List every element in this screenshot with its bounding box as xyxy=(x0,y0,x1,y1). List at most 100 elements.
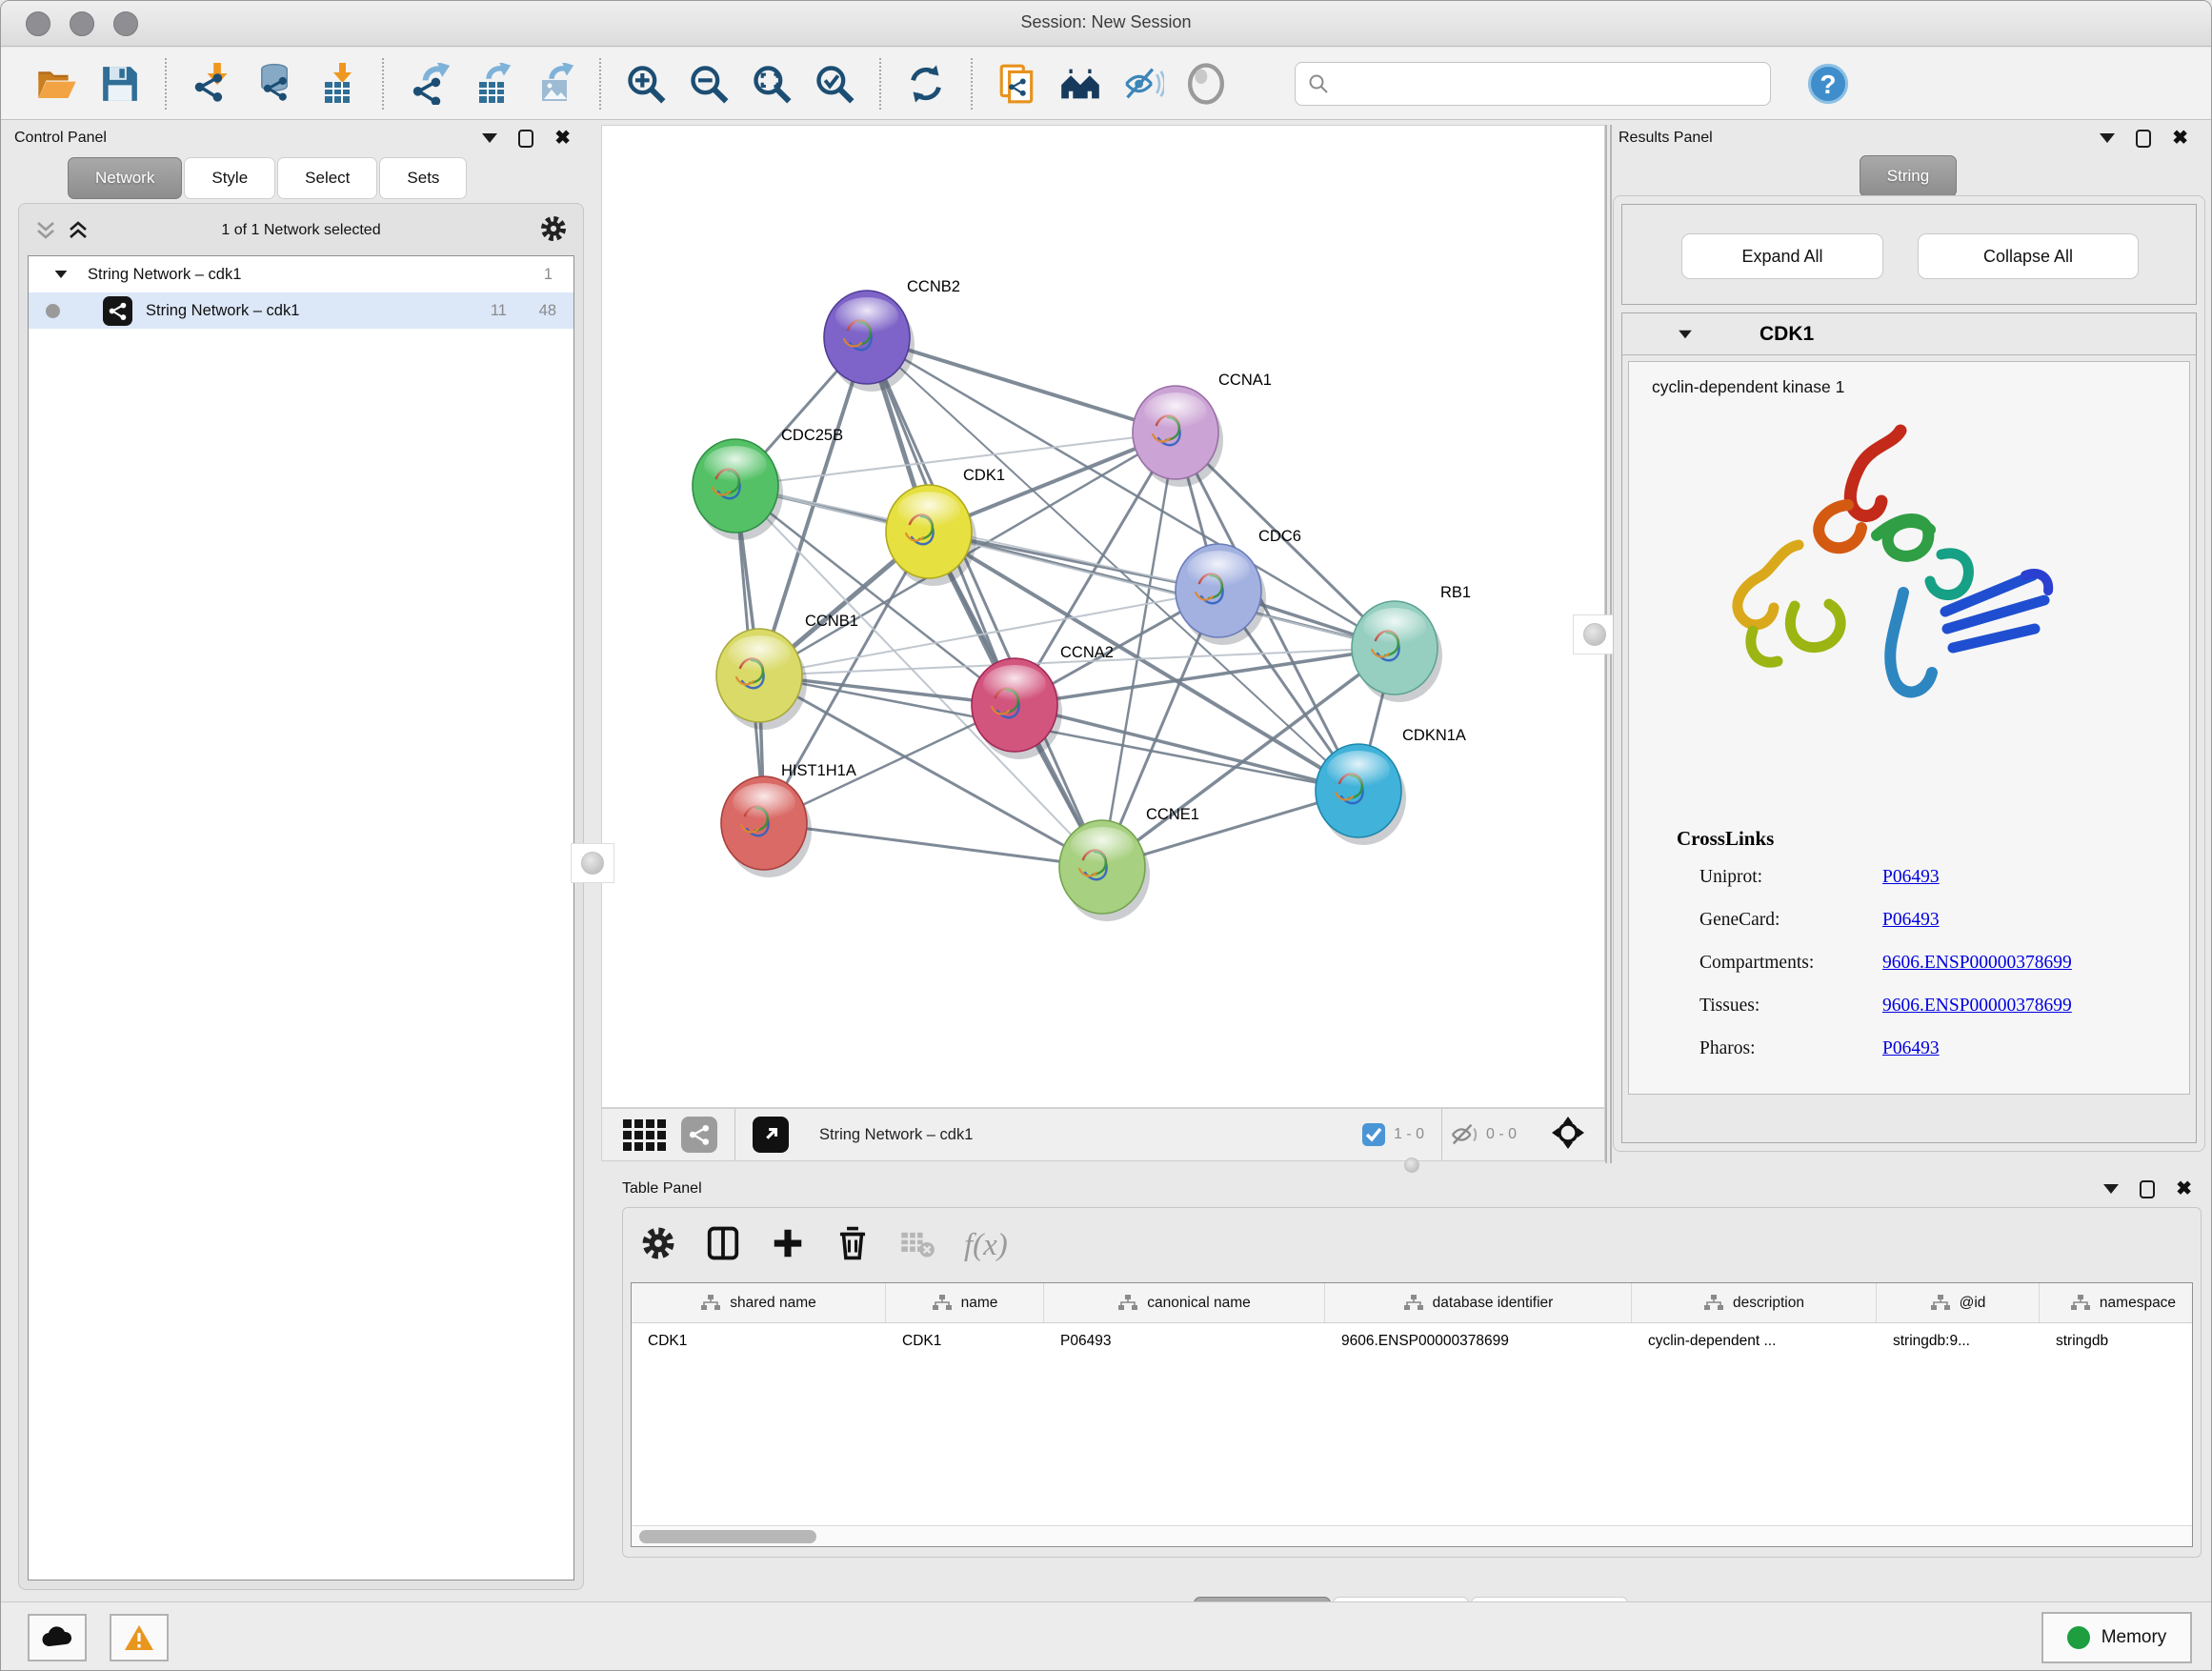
column-header-canonical-name[interactable]: canonical name xyxy=(1044,1283,1325,1322)
node-CDK1[interactable] xyxy=(886,485,976,586)
node-RB1[interactable] xyxy=(1352,601,1442,702)
edge-HIST1H1A-CCNE1[interactable] xyxy=(764,823,1102,867)
panel-menu-icon[interactable] xyxy=(482,133,497,143)
zoom-fit-icon[interactable] xyxy=(747,59,796,109)
node-CCNB2[interactable] xyxy=(824,291,915,392)
tab-sets[interactable]: Sets xyxy=(379,157,467,199)
column-header-database-identifier[interactable]: database identifier xyxy=(1325,1283,1632,1322)
show-all-icon[interactable] xyxy=(1181,59,1231,109)
birds-eye-view-icon[interactable] xyxy=(623,1119,666,1151)
crosslink-link[interactable]: P06493 xyxy=(1882,867,1940,887)
node-CCNA1[interactable] xyxy=(1133,386,1223,487)
toolbar-separator xyxy=(971,58,973,110)
open-in-window-icon[interactable] xyxy=(753,1117,789,1153)
node-CCNE1[interactable] xyxy=(1059,820,1150,921)
results-panel-grab-handle[interactable] xyxy=(1573,614,1617,654)
export-network-icon[interactable] xyxy=(404,59,453,109)
zoom-out-icon[interactable] xyxy=(684,59,734,109)
network-canvas[interactable]: CCNB2CCNA1CDC25BCDK1CDC6RB1CCNB1CCNA2CDK… xyxy=(601,125,1605,1108)
table-panel-grab-handle[interactable] xyxy=(1396,1158,1428,1173)
cell-shared-name[interactable]: CDK1 xyxy=(632,1323,886,1359)
import-network-database-icon[interactable] xyxy=(250,59,299,109)
panel-menu-icon[interactable] xyxy=(2103,1184,2119,1194)
string-home-icon[interactable] xyxy=(1056,59,1105,109)
warning-icon[interactable] xyxy=(110,1614,169,1661)
float-panel-icon[interactable] xyxy=(2140,1180,2155,1198)
gene-entry-header[interactable]: CDK1 xyxy=(1622,313,2196,355)
selected-checkbox-icon[interactable] xyxy=(1361,1122,1386,1147)
export-image-icon[interactable] xyxy=(530,59,579,109)
column-header-description[interactable]: description xyxy=(1632,1283,1877,1322)
collapse-all-button[interactable]: Collapse All xyxy=(1918,233,2139,279)
column-header-shared-name[interactable]: shared name xyxy=(632,1283,886,1322)
zoom-selected-icon[interactable] xyxy=(810,59,859,109)
column-header--id[interactable]: @id xyxy=(1877,1283,2040,1322)
network-row[interactable]: String Network – cdk1 11 48 xyxy=(29,292,573,329)
tab-style[interactable]: Style xyxy=(184,157,275,199)
cell-description[interactable]: cyclin-dependent ... xyxy=(1632,1323,1877,1359)
gear-icon[interactable] xyxy=(539,214,568,248)
search-box[interactable] xyxy=(1295,62,1771,106)
float-panel-icon[interactable] xyxy=(518,130,533,148)
edge-CCNB2-CCNE1[interactable] xyxy=(867,337,1102,867)
node-HIST1H1A[interactable] xyxy=(721,776,812,877)
entry-collapse-icon[interactable] xyxy=(1679,330,1692,338)
memory-button[interactable]: Memory xyxy=(2041,1612,2192,1663)
clone-network-icon[interactable] xyxy=(993,59,1042,109)
crosslink-link[interactable]: 9606.ENSP00000378699 xyxy=(1882,996,2072,1016)
close-panel-icon[interactable]: ✖ xyxy=(2176,1179,2192,1198)
scrollbar-thumb[interactable] xyxy=(639,1530,816,1543)
crosslink-link[interactable]: P06493 xyxy=(1882,1038,1940,1058)
node-label-RB1: RB1 xyxy=(1440,584,1471,601)
table-settings-gear-icon[interactable] xyxy=(640,1225,676,1266)
search-input[interactable] xyxy=(1330,74,1739,93)
add-column-icon[interactable] xyxy=(770,1225,806,1266)
hidden-eye-slash-icon[interactable] xyxy=(1450,1122,1478,1147)
control-panel-title: Control Panel xyxy=(14,130,107,147)
string-badge-icon[interactable] xyxy=(681,1117,717,1153)
network-collection-row[interactable]: String Network – cdk1 1 xyxy=(29,256,573,292)
expand-all-button[interactable]: Expand All xyxy=(1681,233,1883,279)
hide-selected-icon[interactable] xyxy=(1118,59,1168,109)
collection-expand-icon[interactable] xyxy=(55,271,68,278)
panel-menu-icon[interactable] xyxy=(2100,133,2115,143)
cell-database-identifier[interactable]: 9606.ENSP00000378699 xyxy=(1325,1323,1632,1359)
crosslink-link[interactable]: P06493 xyxy=(1882,910,1940,930)
results-actions: Expand All Collapse All xyxy=(1621,204,2197,305)
node-CDC25B[interactable] xyxy=(693,439,783,540)
fit-selected-crosshair-icon[interactable] xyxy=(1551,1116,1585,1155)
cell--id[interactable]: stringdb:9... xyxy=(1877,1323,2040,1359)
cell-name[interactable]: CDK1 xyxy=(886,1323,1044,1359)
import-table-file-icon[interactable] xyxy=(312,59,362,109)
close-panel-icon[interactable]: ✖ xyxy=(2172,129,2188,148)
close-panel-icon[interactable]: ✖ xyxy=(554,129,571,148)
node-label-CCNB2: CCNB2 xyxy=(907,278,960,295)
node-label-CCNB1: CCNB1 xyxy=(805,613,858,630)
tab-select[interactable]: Select xyxy=(277,157,377,199)
show-columns-icon[interactable] xyxy=(705,1225,741,1266)
cell-canonical-name[interactable]: P06493 xyxy=(1044,1323,1325,1359)
cloud-icon[interactable] xyxy=(28,1614,87,1661)
cell-namespace[interactable]: stringdb xyxy=(2040,1323,2193,1359)
refresh-icon[interactable] xyxy=(901,59,951,109)
toolbar-separator xyxy=(599,58,601,110)
crosslink-link[interactable]: 9606.ENSP00000378699 xyxy=(1882,953,2072,973)
horizontal-scrollbar[interactable] xyxy=(632,1525,2192,1546)
help-icon[interactable]: ? xyxy=(1803,59,1853,109)
node-CDKN1A[interactable] xyxy=(1316,744,1406,845)
column-header-namespace[interactable]: namespace xyxy=(2040,1283,2193,1322)
control-panel-grab-handle[interactable] xyxy=(571,843,614,883)
import-network-file-icon[interactable] xyxy=(187,59,236,109)
delete-trash-icon[interactable] xyxy=(835,1225,871,1266)
tab-network[interactable]: Network xyxy=(68,157,182,199)
export-table-icon[interactable] xyxy=(467,59,516,109)
float-panel-icon[interactable] xyxy=(2136,130,2151,148)
save-session-icon[interactable] xyxy=(95,59,145,109)
tab-string[interactable]: String xyxy=(1860,155,1957,197)
zoom-in-icon[interactable] xyxy=(621,59,671,109)
results-panel-title: Results Panel xyxy=(1619,130,1713,147)
open-session-icon[interactable] xyxy=(32,59,82,109)
node-CDC6[interactable] xyxy=(1176,544,1266,645)
memory-status-dot xyxy=(2067,1626,2090,1649)
column-header-name[interactable]: name xyxy=(886,1283,1044,1322)
